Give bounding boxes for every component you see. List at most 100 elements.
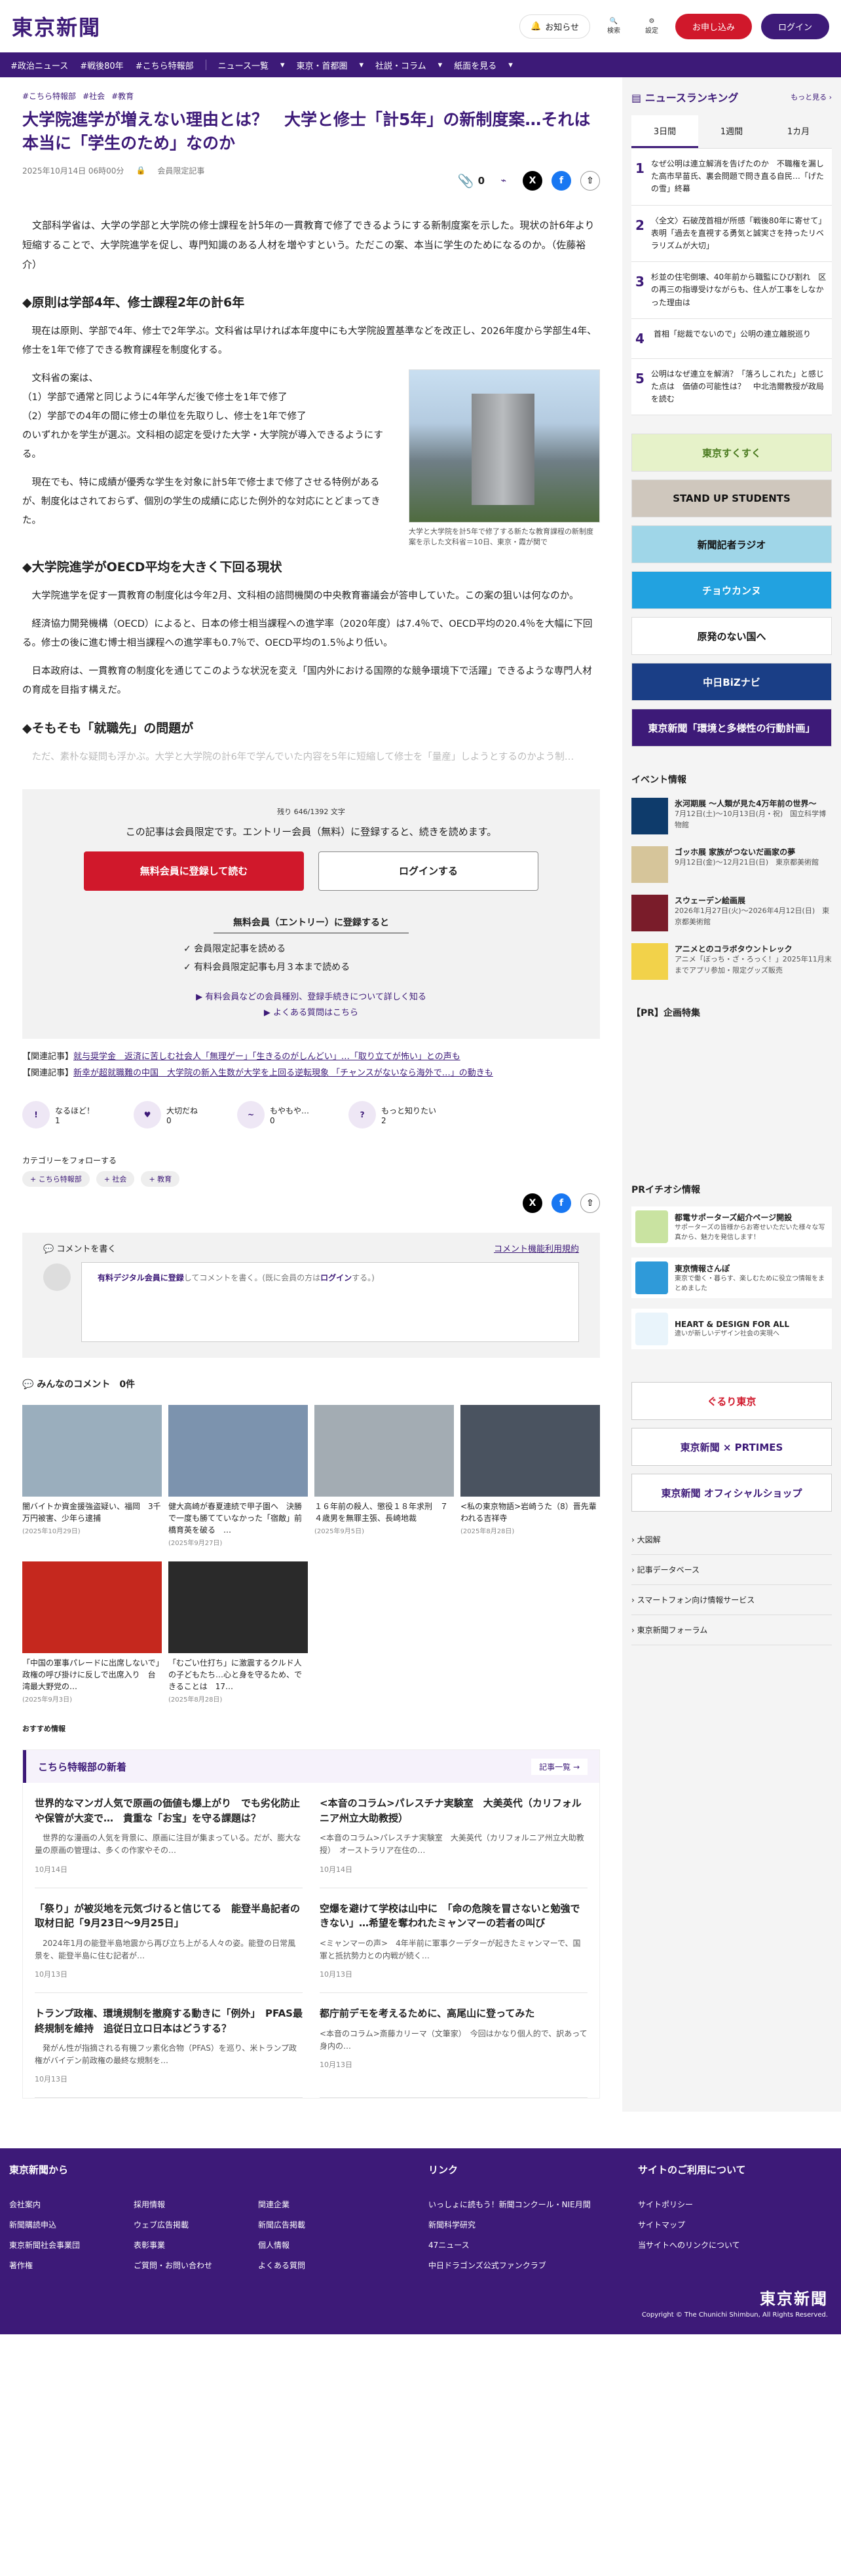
event-title[interactable]: 氷河期展 ～人類が見た4万年前の世界～ (675, 798, 832, 809)
ranking-title-link[interactable]: 〈全文〉石破茂首相が所感「戦後80年に寄せて」表明「過去を直視する勇気と誠実さを… (651, 215, 828, 253)
comment-policy-link[interactable]: コメント機能利用規約 (494, 1242, 579, 1254)
register-link[interactable]: 有料デジタル会員に登録 (98, 1273, 184, 1282)
footer-link[interactable]: 個人情報 (258, 2239, 356, 2250)
footer-link[interactable]: 表彰事業 (134, 2239, 232, 2250)
event-title[interactable]: アニメとのコラボタウントレック (675, 943, 832, 954)
facebook-share-icon[interactable]: f (551, 1193, 571, 1214)
signup-button[interactable]: お申し込み (675, 13, 752, 39)
footer-link[interactable]: 会社案内 (9, 2199, 107, 2210)
ranking-title-link[interactable]: 首相「総裁でないので」公明の連立離脱巡り (654, 328, 811, 349)
faq-link[interactable]: ▶ よくある質問はこちら (264, 1008, 358, 1018)
card-title[interactable]: 闇バイトか資金援強盗疑い、福岡 3千万円被害、少年ら逮捕 (22, 1501, 162, 1524)
card-thumbnail[interactable] (22, 1405, 162, 1497)
footer-link[interactable]: サイトポリシー (638, 2199, 746, 2210)
pr-item[interactable]: 東京情報さんぽ 東京で働く・暮らす、楽しむために役立つ情報をまとめました (631, 1258, 832, 1299)
more-articles-link[interactable]: 記事一覧 → (531, 1758, 588, 1775)
follow-chip[interactable]: + こちら特報部 (22, 1171, 90, 1187)
side-banner[interactable]: ぐるり東京 (631, 1382, 832, 1421)
side-banner[interactable]: 東京新聞 オフィシャルショップ (631, 1474, 832, 1512)
tab-1week[interactable]: 1週間 (698, 115, 765, 148)
footer-link[interactable]: 著作権 (9, 2260, 107, 2271)
nav-editorial[interactable]: 社説・コラム (375, 59, 426, 71)
settings-button[interactable]: ⚙ 設定 (637, 18, 666, 35)
footer-link[interactable]: よくある質問 (258, 2260, 356, 2271)
footer-link[interactable]: 47ニュース (428, 2239, 638, 2250)
article-card[interactable]: 「中国の軍事パレードに出席しないで」政権の呼び掛けに反しで出席入り 台湾最大野党… (22, 1561, 162, 1704)
tag-link[interactable]: #社会 (83, 90, 105, 102)
news-item[interactable]: 都庁前デモを考えるために、高尾山に登ってみた <本音のコラム>斎藤カリーマ（文筆家… (320, 1993, 588, 2099)
pr-item[interactable]: 都電サポーターズ紹介ページ開設 サポーターズの皆様からお寄せいただいた様々な写真か… (631, 1206, 832, 1248)
search-button[interactable]: 🔍 検索 (599, 18, 628, 35)
nav-tokuhobu[interactable]: #こちら特報部 (136, 59, 194, 71)
footer-link[interactable]: ご質問・お問い合わせ (134, 2260, 232, 2271)
news-item[interactable]: 世界的なマンガ人気で原画の価値も爆上がり でも劣化防止や保管が大変で… 貴重な「… (35, 1783, 303, 1888)
tab-1month[interactable]: 1カ月 (765, 115, 832, 148)
event-thumbnail[interactable] (631, 895, 668, 932)
nav-paper[interactable]: 紙面を見る (454, 59, 496, 71)
footer-link[interactable]: 新聞広告掲載 (258, 2219, 356, 2230)
share-icon[interactable]: ⇧ (580, 1193, 600, 1214)
event-title[interactable]: ゴッホ展 家族がつないだ画家の夢 (675, 846, 819, 857)
news-item[interactable]: トランプ政権、環境規制を撤廃する動きに「例外」 PFAS最終規制を維持 追従日立… (35, 1993, 303, 2099)
ranking-title-link[interactable]: なぜ公明は連立解消を告げたのか 不職権を漏した高市早苗氏、裏会問題で問き直る自民… (651, 158, 828, 196)
side-link[interactable]: › 記事データベース (631, 1555, 832, 1586)
reaction-naruhodo[interactable]: ! なるほど！ 1 (22, 1101, 94, 1129)
footer-link[interactable]: 中日ドラゴンズ公式ファンクラブ (428, 2260, 638, 2271)
facebook-share-icon[interactable]: f (551, 170, 571, 191)
footer-link[interactable]: 東京新聞社会事業団 (9, 2239, 107, 2250)
side-banner[interactable]: 東京新聞「環境と多様性の行動計画」 (631, 709, 832, 747)
tab-3days[interactable]: 3日間 (631, 115, 698, 148)
card-thumbnail[interactable] (460, 1405, 600, 1497)
article-card[interactable]: 「むごい仕打ち」に激震するクルド人の子どもたち…心と身を守るため、できることは … (168, 1561, 308, 1704)
footer-link[interactable]: 採用情報 (134, 2199, 232, 2210)
side-banner[interactable]: 原発のない国へ (631, 617, 832, 656)
nav-news-list[interactable]: ニュース一覧 (218, 59, 269, 71)
paywall-login-button[interactable]: ログインする (318, 851, 538, 891)
ranking-item[interactable]: 4 首相「総裁でないので」公明の連立離脱巡り (631, 318, 832, 359)
card-thumbnail[interactable] (314, 1405, 454, 1497)
news-title[interactable]: 都庁前デモを考えるために、高尾山に登ってみた (320, 2006, 588, 2021)
event-thumbnail[interactable] (631, 943, 668, 980)
related-link[interactable]: 就与奨学金 返済に苦しむ社会人「無理ゲー」「生きるのがしんどい」…「取り立てが怖… (73, 1052, 460, 1062)
pr-title[interactable]: 東京情報さんぽ (675, 1263, 828, 1274)
free-register-button[interactable]: 無料会員に登録して読む (84, 851, 304, 891)
ranking-title-link[interactable]: 公明はなぜ連立を解消？「落ろしこれた」と感じた点は 価値の可能性は？ 中北浩爾教… (651, 368, 828, 406)
event-title[interactable]: スウェーデン絵画展 (675, 895, 832, 906)
pr-title[interactable]: 都電サポーターズ紹介ページ開設 (675, 1212, 828, 1223)
side-banner[interactable]: チョウカンヌ (631, 571, 832, 610)
share-icon[interactable]: ⇧ (580, 170, 600, 191)
follow-chip[interactable]: + 教育 (141, 1171, 180, 1187)
membership-info-link[interactable]: ▶ 有料会員などの会員種別、登録手続きについて詳しく知る (196, 992, 426, 1002)
ranking-item[interactable]: 2 〈全文〉石破茂首相が所感「戦後80年に寄せて」表明「過去を直視する勇気と誠実さ… (631, 205, 832, 263)
comment-input[interactable]: 有料デジタル会員に登録してコメントを書く。(既に会員の方はログインする。) (81, 1262, 579, 1343)
news-title[interactable]: 世界的なマンガ人気で原画の価値も爆上がり でも劣化防止や保管が大変で… 貴重な「… (35, 1796, 303, 1825)
login-button[interactable]: ログイン (760, 13, 829, 39)
footer-link[interactable]: 新聞科学研究 (428, 2219, 638, 2230)
news-item[interactable]: 「祭り」が被災地を元気づけると信じてる 能登半島記者の取材日記「9月23日〜9月… (35, 1888, 303, 1993)
notice-button[interactable]: 🔔 お知らせ (519, 14, 590, 39)
x-share-icon[interactable]: X (523, 170, 542, 191)
event-thumbnail[interactable] (631, 798, 668, 835)
side-link[interactable]: › 東京新聞フォーラム (631, 1615, 832, 1646)
paperclip-save-icon[interactable]: ⌁ (494, 171, 514, 191)
footer-link[interactable]: ウェブ広告掲載 (134, 2219, 232, 2230)
card-title[interactable]: <私の東京物語>岩崎うた（8）晋先輩われる吉祥寺 (460, 1501, 600, 1524)
news-item[interactable]: <本音のコラム>パレスチナ実験室 大美英代（カリフォルニア州立大助教授） <本音の… (320, 1783, 588, 1888)
footer-link[interactable]: 関連企業 (258, 2199, 356, 2210)
card-title[interactable]: 「中国の軍事パレードに出席しないで」政権の呼び掛けに反しで出席入り 台湾最大野党… (22, 1657, 162, 1692)
news-item[interactable]: 空爆を避けて学校は山中に 「命の危険を冒さないと勉強できない」…希望を奪われたミ… (320, 1888, 588, 1993)
ranking-more-link[interactable]: もっと見る › (791, 92, 832, 102)
ranking-item[interactable]: 1 なぜ公明は連立解消を告げたのか 不職権を漏した高市早苗氏、裏会問題で問き直る自… (631, 149, 832, 206)
tag-link[interactable]: #こちら特報部 (22, 90, 76, 102)
card-title[interactable]: １６年前の殺人、懲役１８年求刑 ７４歳男を無罪主張、長崎地裁 (314, 1501, 454, 1524)
footer-link[interactable]: 当サイトへのリンクについて (638, 2239, 746, 2250)
news-title[interactable]: トランプ政権、環境規制を撤廃する動きに「例外」 PFAS最終規制を維持 追従日立… (35, 2006, 303, 2036)
footer-link[interactable]: サイトマップ (638, 2219, 746, 2230)
card-title[interactable]: 「むごい仕打ち」に激震するクルド人の子どもたち…心と身を守るため、できることは … (168, 1657, 308, 1692)
article-card[interactable]: 健大高崎が春夏連続で甲子園へ 決勝で一度も勝てていなかった「宿敵」前橋育英を破る… (168, 1405, 308, 1547)
news-title[interactable]: 空爆を避けて学校は山中に 「命の危険を冒さないと勉強できない」…希望を奪われたミ… (320, 1901, 588, 1931)
footer-link[interactable]: いっしょに読もう！新聞コンクール・NIE月間 (428, 2199, 638, 2210)
card-title[interactable]: 健大高崎が春夏連続で甲子園へ 決勝で一度も勝てていなかった「宿敵」前橋育英を破る… (168, 1501, 308, 1536)
side-banner[interactable]: 新聞記者ラジオ (631, 525, 832, 564)
event-item[interactable]: スウェーデン絵画展 2026年1月27日(火)～2026年4月12日(日) 東京都… (631, 895, 832, 932)
